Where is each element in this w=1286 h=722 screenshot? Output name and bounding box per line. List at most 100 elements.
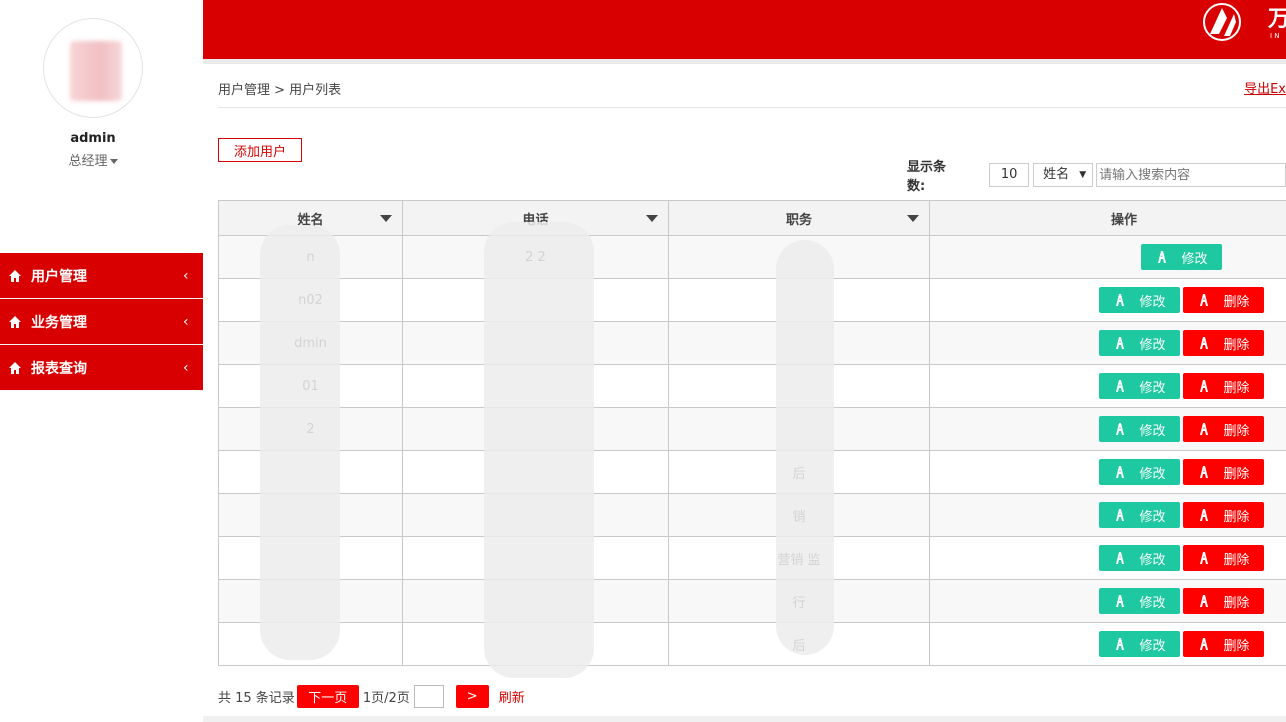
sidebar-item-label: 业务管理 <box>31 314 87 331</box>
sort-icon[interactable] <box>380 215 392 222</box>
edit-label: 修改 <box>1139 380 1166 396</box>
export-excel-link[interactable]: 导出Ex <box>1244 78 1286 97</box>
cell-actions: 修改 删除 <box>929 364 1286 408</box>
edit-button[interactable]: 修改 <box>1099 631 1180 657</box>
sidebar-item-label: 用户管理 <box>31 268 87 285</box>
role-label: 总经理 <box>68 154 108 169</box>
delete-button[interactable]: 删除 <box>1183 330 1264 356</box>
cell-actions: 修改 删除 <box>929 321 1286 365</box>
edit-button[interactable]: 修改 <box>1099 502 1180 528</box>
edit-icon <box>1116 294 1125 306</box>
page-size-label: 显示条数: <box>907 160 947 194</box>
breadcrumb: 用户管理 > 用户列表 <box>218 83 342 98</box>
delete-icon <box>1200 294 1209 306</box>
logo-text: 万 <box>1267 7 1286 32</box>
chevron-left-icon: ‹ <box>183 313 189 330</box>
sort-icon[interactable] <box>907 215 919 222</box>
redaction-blur <box>484 222 594 678</box>
edit-button[interactable]: 修改 <box>1099 588 1180 614</box>
add-user-button[interactable]: 添加用户 <box>218 138 302 162</box>
svg-text:I N: I N <box>1270 32 1280 40</box>
table-row: 01修改删除 <box>218 364 1286 408</box>
refresh-link[interactable]: 刷新 <box>499 687 525 706</box>
edit-button[interactable]: 修改 <box>1099 373 1180 399</box>
delete-label: 删除 <box>1223 337 1250 353</box>
cell-actions: 修改 删除 <box>929 622 1286 666</box>
sidebar-item-business-management[interactable]: 业务管理 ‹ <box>0 299 203 345</box>
delete-label: 删除 <box>1223 380 1250 396</box>
edit-label: 修改 <box>1181 251 1208 267</box>
page-size-input[interactable]: 10 <box>989 163 1030 187</box>
table-row: 行修改删除 <box>218 579 1286 623</box>
edit-button[interactable]: 修改 <box>1141 244 1222 270</box>
delete-button[interactable]: 删除 <box>1183 287 1264 313</box>
edit-button[interactable]: 修改 <box>1099 545 1180 571</box>
column-header-title[interactable]: 职务 <box>668 200 930 236</box>
total-records: 共 15 条记录 <box>218 691 295 706</box>
user-table: 姓名 电话 职务 操作 n2 2修改n02修改删除dmin修改删除01修改删除2… <box>218 200 1286 666</box>
delete-icon <box>1200 595 1209 607</box>
edit-icon <box>1116 423 1125 435</box>
page-indicator: 1页/2页 <box>362 691 410 706</box>
top-header <box>203 0 1286 59</box>
edit-label: 修改 <box>1139 466 1166 482</box>
dropdown-arrow-icon: ▼ <box>1079 170 1087 180</box>
delete-label: 删除 <box>1223 423 1250 439</box>
username: admin <box>70 131 116 146</box>
delete-button[interactable]: 删除 <box>1183 631 1264 657</box>
sidebar-item-user-management[interactable]: 用户管理 ‹ <box>0 253 203 299</box>
avatar[interactable] <box>43 18 143 118</box>
sidebar: admin 总经理 用户管理 ‹ 业务管理 ‹ 报表查询 ‹ <box>0 0 203 722</box>
table-row: n02修改删除 <box>218 278 1286 322</box>
home-icon <box>9 361 21 374</box>
delete-icon <box>1200 552 1209 564</box>
search-input[interactable] <box>1096 163 1286 187</box>
delete-label: 删除 <box>1223 595 1250 611</box>
footer-bar <box>203 716 1286 722</box>
table-row: 后修改删除 <box>218 622 1286 666</box>
edit-icon <box>1116 466 1125 478</box>
delete-icon <box>1200 638 1209 650</box>
search-field-select[interactable]: 姓名 ▼ <box>1033 163 1094 187</box>
edit-button[interactable]: 修改 <box>1099 416 1180 442</box>
delete-button[interactable]: 删除 <box>1183 459 1264 485</box>
sort-icon[interactable] <box>646 215 658 222</box>
delete-button[interactable]: 删除 <box>1183 588 1264 614</box>
divider <box>218 107 1286 108</box>
delete-button[interactable]: 删除 <box>1183 545 1264 571</box>
edit-label: 修改 <box>1139 294 1166 310</box>
edit-label: 修改 <box>1139 337 1166 353</box>
delete-icon <box>1200 380 1209 392</box>
delete-icon <box>1200 337 1209 349</box>
edit-label: 修改 <box>1139 638 1166 654</box>
delete-label: 删除 <box>1223 509 1250 525</box>
edit-button[interactable]: 修改 <box>1099 287 1180 313</box>
delete-icon <box>1200 423 1209 435</box>
page-jump-input[interactable] <box>413 685 444 708</box>
edit-label: 修改 <box>1139 509 1166 525</box>
edit-icon <box>1158 251 1167 263</box>
delete-button[interactable]: 删除 <box>1183 373 1264 399</box>
cell-actions: 修改 <box>929 235 1286 279</box>
table-row: 2修改删除 <box>218 407 1286 451</box>
delete-button[interactable]: 删除 <box>1183 502 1264 528</box>
edit-label: 修改 <box>1139 595 1166 611</box>
next-page-button[interactable]: 下一页 <box>296 685 359 708</box>
edit-button[interactable]: 修改 <box>1099 330 1180 356</box>
redaction-blur <box>776 240 834 655</box>
cell-actions: 修改 删除 <box>929 493 1286 537</box>
edit-icon <box>1116 509 1125 521</box>
edit-icon <box>1116 552 1125 564</box>
table-row: 销修改删除 <box>218 493 1286 537</box>
edit-button[interactable]: 修改 <box>1099 459 1180 485</box>
delete-label: 删除 <box>1223 466 1250 482</box>
sidebar-item-label: 报表查询 <box>31 360 87 377</box>
caret-down-icon <box>109 159 118 164</box>
home-icon <box>9 315 21 328</box>
go-page-button[interactable]: > <box>455 685 489 708</box>
sidebar-item-report-query[interactable]: 报表查询 ‹ <box>0 345 203 391</box>
edit-icon <box>1116 595 1125 607</box>
delete-button[interactable]: 删除 <box>1183 416 1264 442</box>
table-row: 后修改删除 <box>218 450 1286 494</box>
role-dropdown[interactable]: 总经理 <box>0 150 186 169</box>
